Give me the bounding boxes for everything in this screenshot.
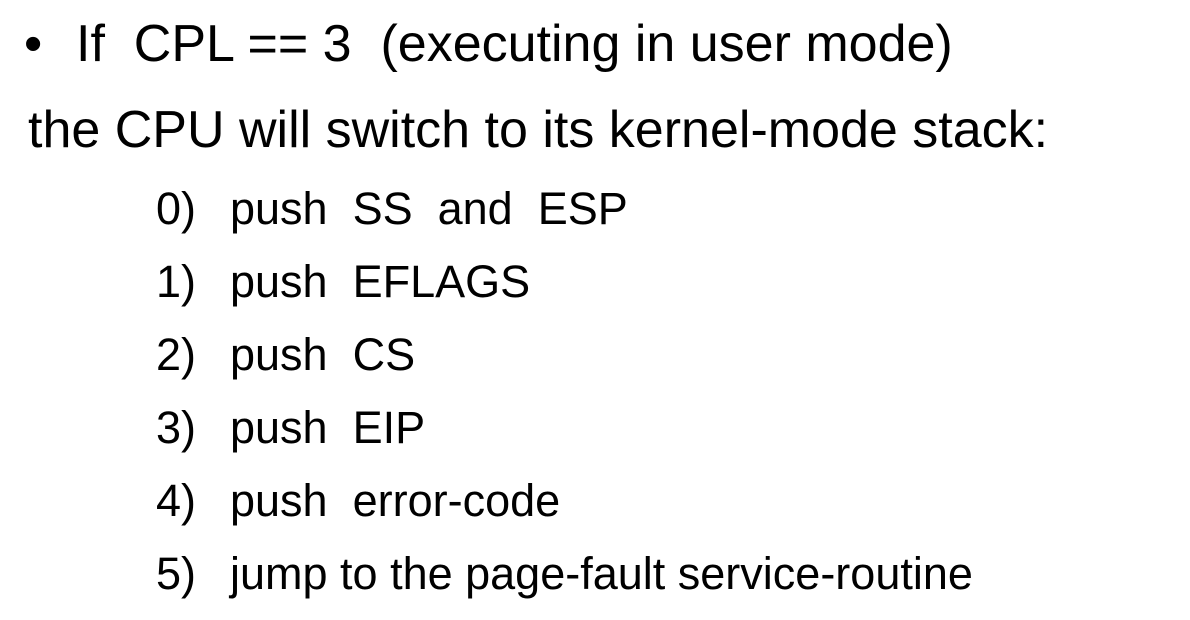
step-text: push CS — [230, 329, 416, 380]
step-text: push EIP — [230, 402, 426, 453]
continuation-text: the CPU will switch to its kernel-mode s… — [28, 101, 1049, 159]
step-number: 3) — [156, 402, 197, 453]
bullet-point: • If CPL == 3 (executing in user mode) — [24, 6, 953, 82]
step-number: 4) — [156, 475, 197, 526]
step-item: 0) push SS and ESP — [156, 172, 973, 245]
step-number: 5) — [156, 548, 197, 599]
step-item: 2) push CS — [156, 318, 973, 391]
steps-list: 0) push SS and ESP 1) push EFLAGS 2) push C… — [156, 172, 973, 610]
step-number: 0) — [156, 183, 197, 234]
step-text: push error-code — [230, 475, 561, 526]
step-text: push SS and ESP — [230, 183, 628, 234]
step-item: 3) push EIP — [156, 391, 973, 464]
step-text: push EFLAGS — [230, 256, 531, 307]
step-number: 2) — [156, 329, 197, 380]
step-number: 1) — [156, 256, 197, 307]
step-item: 5) jump to the page-fault service-routine — [156, 537, 973, 610]
slide: • If CPL == 3 (executing in user mode) th… — [0, 0, 1190, 620]
bullet-text: If CPL == 3 (executing in user mode) — [76, 15, 953, 73]
step-item: 1) push EFLAGS — [156, 245, 973, 318]
step-item: 4) push error-code — [156, 464, 973, 537]
step-text: jump to the page-fault service-routine — [230, 548, 973, 599]
bullet-marker: • — [24, 15, 43, 73]
